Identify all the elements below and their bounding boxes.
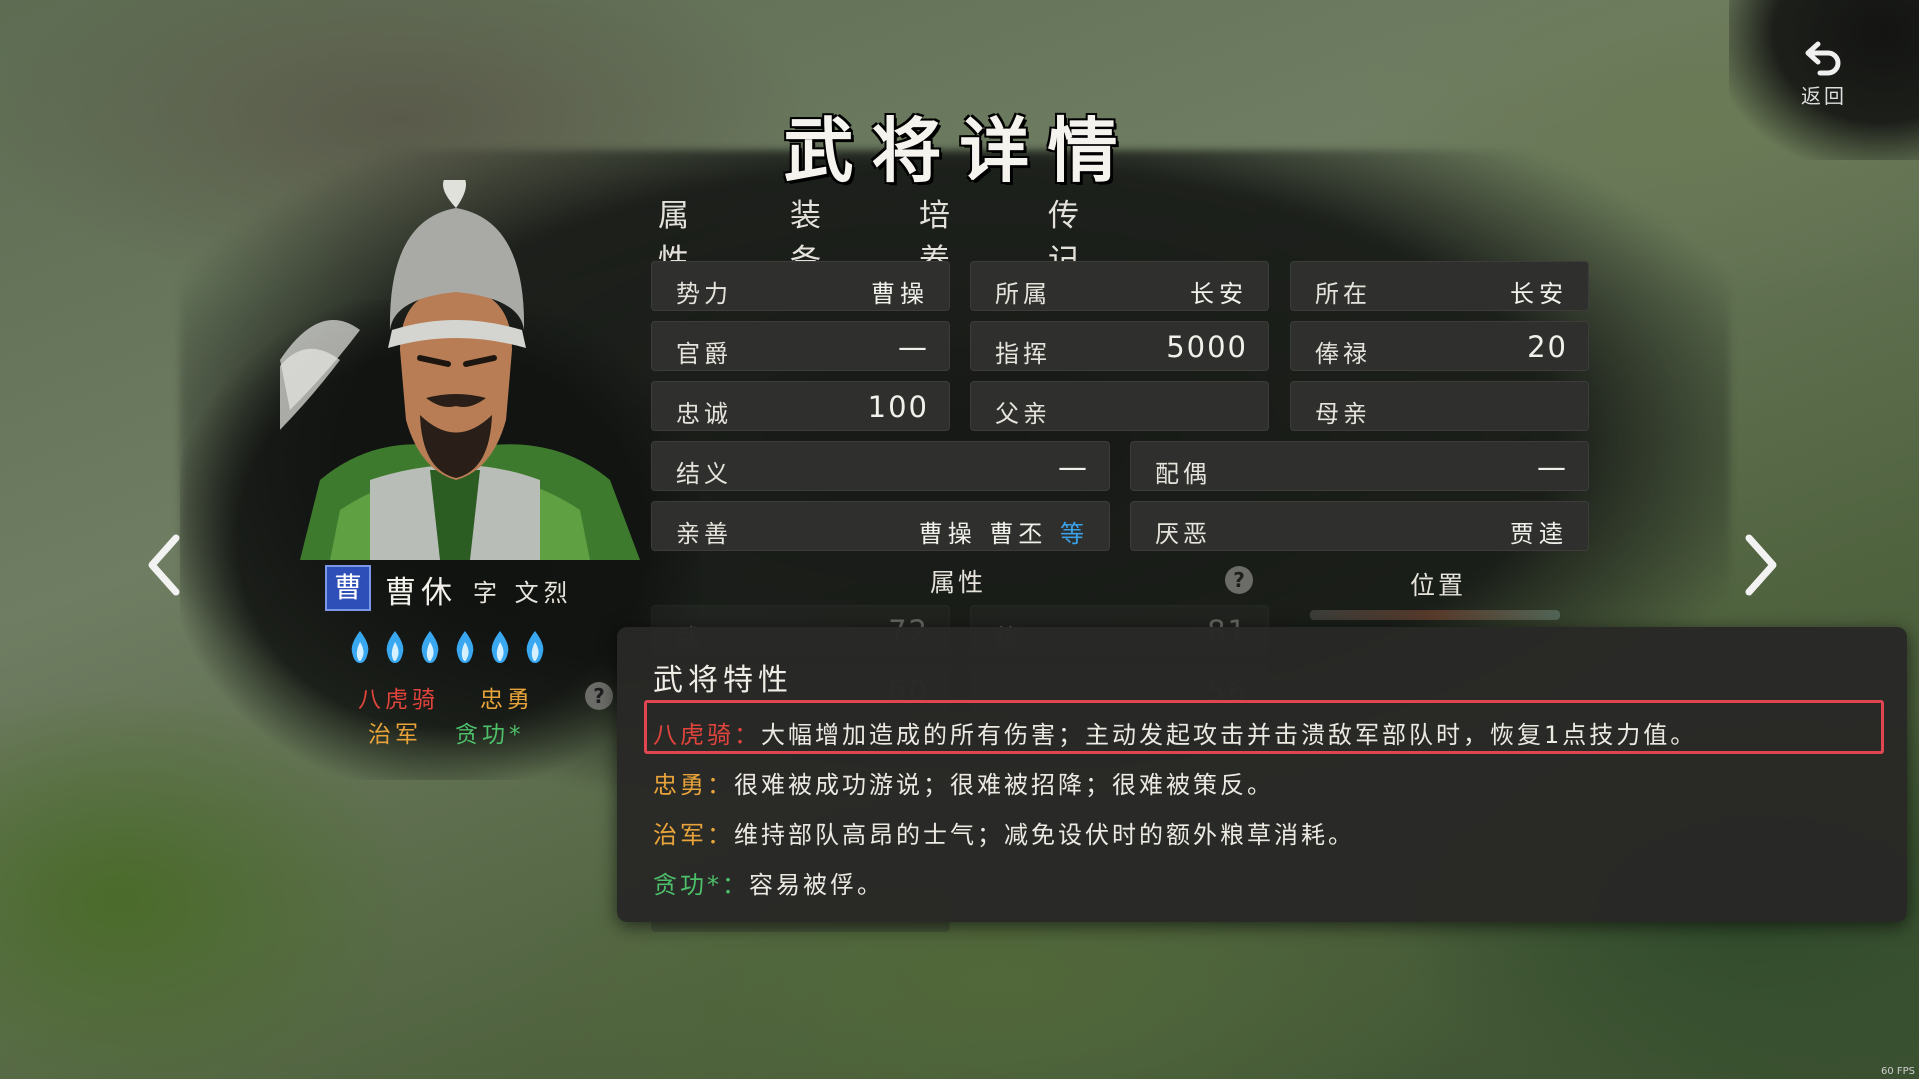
tooltip-trait-text: 很难被成功游说；很难被招降；很难被策反。 [734,771,1274,799]
sworn-value: — [1058,450,1089,484]
clan-badge: 曹 [325,565,371,611]
salary-label: 俸禄 [1315,340,1371,368]
trait-tag[interactable]: 忠勇 [480,680,534,714]
spouse-field: 配偶 — [1130,441,1589,491]
location-field: 所在 长安 [1290,261,1589,311]
trait-tag[interactable]: 贪功* [455,715,525,749]
hated-label: 厌恶 [1155,520,1211,548]
friendly-more-link[interactable]: 等 [1060,520,1089,548]
tooltip-trait-text: 维持部队高昂的士气；减免设伏时的额外粮草消耗。 [734,821,1355,849]
tooltip-trait-text: 大幅增加造成的所有伤害；主动发起攻击并击溃敌军部队时，恢复1点技力值。 [761,721,1698,749]
father-field[interactable]: 父亲 [970,381,1269,431]
faction-label: 势力 [676,280,732,308]
friendly-field[interactable]: 亲善 曹操 曹丕 等 [651,501,1110,551]
spouse-value: — [1537,450,1568,484]
fps-counter: 60 FPS [1880,1066,1915,1077]
tooltip-trait-text: 容易被俘。 [749,871,884,899]
tooltip-trait-name: 忠勇： [653,771,734,799]
trait-tag[interactable]: 治军 [368,715,422,749]
command-field: 指挥 5000 [970,321,1269,371]
salary-field: 俸禄 20 [1290,321,1589,371]
flame-icon [491,631,509,663]
tooltip-line: 贪功*：容易被俘。 [653,865,884,900]
position-section-label: 位置 [1410,571,1467,600]
tooltip-line: 八虎骑：大幅增加造成的所有伤害；主动发起攻击并击溃敌军部队时，恢复1点技力值。 [653,715,1697,750]
general-courtesy-name: 字 文烈 [473,579,573,607]
flame-icon [526,631,544,663]
tooltip-title: 武将特性 [653,663,793,698]
flame-icon [421,631,439,663]
tooltip-trait-name: 八虎骑： [653,721,761,749]
tooltip-trait-name: 贪功*： [653,871,749,899]
stats-help-icon[interactable]: ? [1225,566,1253,594]
position-map-thumbnail [1310,610,1560,620]
next-general-arrow-icon[interactable] [1735,530,1785,600]
belong-field: 所属 长安 [970,261,1269,311]
sworn-field: 结义 — [651,441,1110,491]
flame-icon [386,631,404,663]
friendly-label: 亲善 [676,520,732,548]
tooltip-line: 治军：维持部队高昂的士气；减免设伏时的额外粮草消耗。 [653,815,1355,850]
belong-value: 长安 [1190,280,1248,308]
spouse-label: 配偶 [1155,460,1211,488]
father-label: 父亲 [995,400,1051,428]
tooltip-trait-name: 治军： [653,821,734,849]
rank-field: 官爵 — [651,321,950,371]
flame-icon [456,631,474,663]
rank-value: — [898,330,929,364]
mother-field[interactable]: 母亲 [1290,381,1589,431]
salary-value: 20 [1527,330,1568,364]
loyalty-field: 忠诚 100 [651,381,950,431]
sworn-label: 结义 [676,460,732,488]
loyalty-value: 100 [867,390,929,424]
rank-label: 官爵 [676,340,732,368]
general-portrait [280,180,640,560]
command-value: 5000 [1166,330,1248,364]
loyalty-label: 忠诚 [676,400,732,428]
command-label: 指挥 [995,340,1051,368]
friendly-names: 曹操 曹丕 [918,520,1048,548]
traits-tooltip: 武将特性 八虎骑：大幅增加造成的所有伤害；主动发起攻击并击溃敌军部队时，恢复1点… [617,627,1907,922]
friendly-value: 曹操 曹丕 等 [919,514,1089,549]
traits-help-icon[interactable]: ? [585,682,613,710]
belong-label: 所属 [995,280,1051,308]
location-label: 所在 [1315,280,1371,308]
hated-field[interactable]: 厌恶 贾逵 [1130,501,1589,551]
back-arrow-icon [1805,41,1841,76]
hated-value: 贾逵 [1510,520,1568,548]
stats-section-label: 属性 [930,568,987,597]
general-name: 曹休 [385,575,457,611]
faction-field: 势力 曹操 [651,261,950,311]
tooltip-line: 忠勇：很难被成功游说；很难被招降；很难被策反。 [653,765,1274,800]
trait-tag[interactable]: 八虎骑 [358,680,439,714]
flame-icon [351,631,369,663]
faction-value: 曹操 [871,280,929,308]
prev-general-arrow-icon[interactable] [140,530,190,600]
location-value: 长安 [1510,280,1568,308]
mother-label: 母亲 [1315,400,1371,428]
